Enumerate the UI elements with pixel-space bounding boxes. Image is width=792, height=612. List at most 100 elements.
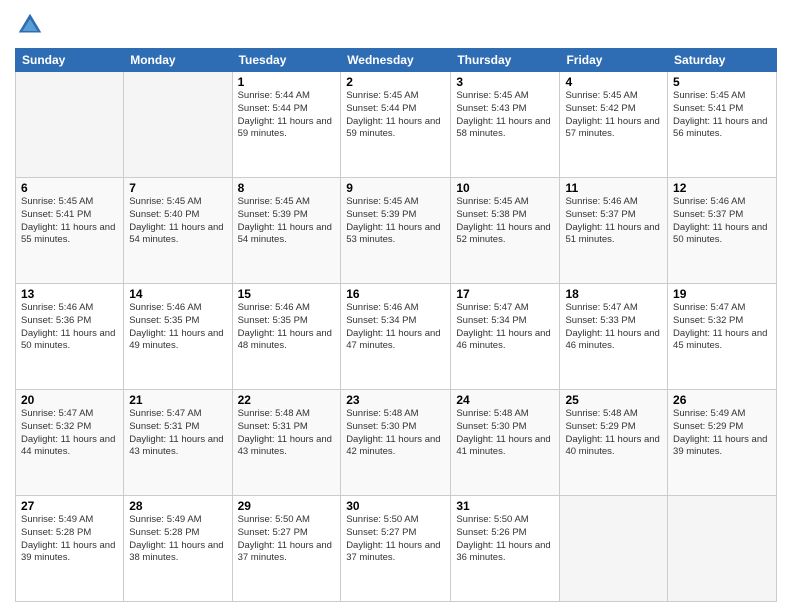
calendar-cell: 6 Sunrise: 5:45 AMSunset: 5:41 PMDayligh…: [16, 178, 124, 284]
calendar-cell: 11 Sunrise: 5:46 AMSunset: 5:37 PMDaylig…: [560, 178, 668, 284]
week-row-1: 1 Sunrise: 5:44 AMSunset: 5:44 PMDayligh…: [16, 72, 777, 178]
day-info: Sunrise: 5:45 AMSunset: 5:41 PMDaylight:…: [21, 196, 118, 247]
week-row-5: 27 Sunrise: 5:49 AMSunset: 5:28 PMDaylig…: [16, 496, 777, 602]
day-number: 14: [129, 287, 226, 301]
week-row-3: 13 Sunrise: 5:46 AMSunset: 5:36 PMDaylig…: [16, 284, 777, 390]
calendar-cell: 10 Sunrise: 5:45 AMSunset: 5:38 PMDaylig…: [451, 178, 560, 284]
day-info: Sunrise: 5:49 AMSunset: 5:29 PMDaylight:…: [673, 408, 771, 459]
calendar-table: SundayMondayTuesdayWednesdayThursdayFrid…: [15, 48, 777, 602]
day-number: 7: [129, 181, 226, 195]
day-number: 12: [673, 181, 771, 195]
day-info: Sunrise: 5:47 AMSunset: 5:32 PMDaylight:…: [21, 408, 118, 459]
day-info: Sunrise: 5:50 AMSunset: 5:26 PMDaylight:…: [456, 514, 554, 565]
calendar-cell: 20 Sunrise: 5:47 AMSunset: 5:32 PMDaylig…: [16, 390, 124, 496]
day-number: 21: [129, 393, 226, 407]
day-number: 11: [565, 181, 662, 195]
day-number: 15: [238, 287, 336, 301]
page-container: SundayMondayTuesdayWednesdayThursdayFrid…: [0, 0, 792, 612]
week-row-4: 20 Sunrise: 5:47 AMSunset: 5:32 PMDaylig…: [16, 390, 777, 496]
calendar-cell: 3 Sunrise: 5:45 AMSunset: 5:43 PMDayligh…: [451, 72, 560, 178]
calendar-cell: 19 Sunrise: 5:47 AMSunset: 5:32 PMDaylig…: [668, 284, 777, 390]
day-number: 3: [456, 75, 554, 89]
day-number: 13: [21, 287, 118, 301]
day-info: Sunrise: 5:49 AMSunset: 5:28 PMDaylight:…: [21, 514, 118, 565]
day-info: Sunrise: 5:47 AMSunset: 5:34 PMDaylight:…: [456, 302, 554, 353]
calendar-cell: 31 Sunrise: 5:50 AMSunset: 5:26 PMDaylig…: [451, 496, 560, 602]
calendar-cell: 14 Sunrise: 5:46 AMSunset: 5:35 PMDaylig…: [124, 284, 232, 390]
calendar-cell: 9 Sunrise: 5:45 AMSunset: 5:39 PMDayligh…: [341, 178, 451, 284]
day-info: Sunrise: 5:45 AMSunset: 5:38 PMDaylight:…: [456, 196, 554, 247]
day-info: Sunrise: 5:48 AMSunset: 5:30 PMDaylight:…: [456, 408, 554, 459]
day-info: Sunrise: 5:45 AMSunset: 5:40 PMDaylight:…: [129, 196, 226, 247]
calendar-cell: 16 Sunrise: 5:46 AMSunset: 5:34 PMDaylig…: [341, 284, 451, 390]
day-number: 10: [456, 181, 554, 195]
day-number: 25: [565, 393, 662, 407]
day-number: 9: [346, 181, 445, 195]
day-info: Sunrise: 5:45 AMSunset: 5:43 PMDaylight:…: [456, 90, 554, 141]
day-info: Sunrise: 5:44 AMSunset: 5:44 PMDaylight:…: [238, 90, 336, 141]
calendar-cell: [16, 72, 124, 178]
calendar-cell: 4 Sunrise: 5:45 AMSunset: 5:42 PMDayligh…: [560, 72, 668, 178]
day-info: Sunrise: 5:48 AMSunset: 5:30 PMDaylight:…: [346, 408, 445, 459]
day-info: Sunrise: 5:48 AMSunset: 5:29 PMDaylight:…: [565, 408, 662, 459]
day-header-monday: Monday: [124, 49, 232, 72]
day-number: 30: [346, 499, 445, 513]
calendar-cell: 30 Sunrise: 5:50 AMSunset: 5:27 PMDaylig…: [341, 496, 451, 602]
day-number: 20: [21, 393, 118, 407]
day-header-wednesday: Wednesday: [341, 49, 451, 72]
day-info: Sunrise: 5:50 AMSunset: 5:27 PMDaylight:…: [238, 514, 336, 565]
calendar-cell: 23 Sunrise: 5:48 AMSunset: 5:30 PMDaylig…: [341, 390, 451, 496]
day-number: 4: [565, 75, 662, 89]
calendar-cell: 8 Sunrise: 5:45 AMSunset: 5:39 PMDayligh…: [232, 178, 341, 284]
day-number: 8: [238, 181, 336, 195]
header-row: SundayMondayTuesdayWednesdayThursdayFrid…: [16, 49, 777, 72]
day-info: Sunrise: 5:47 AMSunset: 5:32 PMDaylight:…: [673, 302, 771, 353]
calendar-cell: 17 Sunrise: 5:47 AMSunset: 5:34 PMDaylig…: [451, 284, 560, 390]
calendar-cell: 21 Sunrise: 5:47 AMSunset: 5:31 PMDaylig…: [124, 390, 232, 496]
day-header-saturday: Saturday: [668, 49, 777, 72]
day-number: 27: [21, 499, 118, 513]
calendar-cell: 5 Sunrise: 5:45 AMSunset: 5:41 PMDayligh…: [668, 72, 777, 178]
calendar-cell: 15 Sunrise: 5:46 AMSunset: 5:35 PMDaylig…: [232, 284, 341, 390]
day-info: Sunrise: 5:45 AMSunset: 5:42 PMDaylight:…: [565, 90, 662, 141]
day-info: Sunrise: 5:46 AMSunset: 5:36 PMDaylight:…: [21, 302, 118, 353]
day-number: 19: [673, 287, 771, 301]
day-number: 23: [346, 393, 445, 407]
header: [15, 10, 777, 40]
day-info: Sunrise: 5:47 AMSunset: 5:33 PMDaylight:…: [565, 302, 662, 353]
day-header-sunday: Sunday: [16, 49, 124, 72]
day-header-tuesday: Tuesday: [232, 49, 341, 72]
calendar-cell: [560, 496, 668, 602]
day-header-thursday: Thursday: [451, 49, 560, 72]
calendar-cell: [124, 72, 232, 178]
calendar-cell: 29 Sunrise: 5:50 AMSunset: 5:27 PMDaylig…: [232, 496, 341, 602]
day-info: Sunrise: 5:45 AMSunset: 5:41 PMDaylight:…: [673, 90, 771, 141]
day-number: 26: [673, 393, 771, 407]
logo-icon: [15, 10, 45, 40]
day-info: Sunrise: 5:46 AMSunset: 5:37 PMDaylight:…: [565, 196, 662, 247]
calendar-cell: 2 Sunrise: 5:45 AMSunset: 5:44 PMDayligh…: [341, 72, 451, 178]
day-number: 17: [456, 287, 554, 301]
calendar-cell: 18 Sunrise: 5:47 AMSunset: 5:33 PMDaylig…: [560, 284, 668, 390]
day-number: 6: [21, 181, 118, 195]
logo: [15, 10, 49, 40]
calendar-cell: 1 Sunrise: 5:44 AMSunset: 5:44 PMDayligh…: [232, 72, 341, 178]
day-info: Sunrise: 5:49 AMSunset: 5:28 PMDaylight:…: [129, 514, 226, 565]
day-info: Sunrise: 5:46 AMSunset: 5:35 PMDaylight:…: [238, 302, 336, 353]
calendar-cell: 7 Sunrise: 5:45 AMSunset: 5:40 PMDayligh…: [124, 178, 232, 284]
day-info: Sunrise: 5:46 AMSunset: 5:34 PMDaylight:…: [346, 302, 445, 353]
day-number: 24: [456, 393, 554, 407]
day-number: 29: [238, 499, 336, 513]
calendar-cell: 24 Sunrise: 5:48 AMSunset: 5:30 PMDaylig…: [451, 390, 560, 496]
calendar-cell: 26 Sunrise: 5:49 AMSunset: 5:29 PMDaylig…: [668, 390, 777, 496]
day-info: Sunrise: 5:45 AMSunset: 5:44 PMDaylight:…: [346, 90, 445, 141]
calendar-cell: 22 Sunrise: 5:48 AMSunset: 5:31 PMDaylig…: [232, 390, 341, 496]
calendar-cell: 12 Sunrise: 5:46 AMSunset: 5:37 PMDaylig…: [668, 178, 777, 284]
calendar-cell: 25 Sunrise: 5:48 AMSunset: 5:29 PMDaylig…: [560, 390, 668, 496]
day-number: 28: [129, 499, 226, 513]
calendar-cell: 13 Sunrise: 5:46 AMSunset: 5:36 PMDaylig…: [16, 284, 124, 390]
calendar-cell: 27 Sunrise: 5:49 AMSunset: 5:28 PMDaylig…: [16, 496, 124, 602]
day-info: Sunrise: 5:48 AMSunset: 5:31 PMDaylight:…: [238, 408, 336, 459]
day-info: Sunrise: 5:46 AMSunset: 5:37 PMDaylight:…: [673, 196, 771, 247]
calendar-cell: 28 Sunrise: 5:49 AMSunset: 5:28 PMDaylig…: [124, 496, 232, 602]
